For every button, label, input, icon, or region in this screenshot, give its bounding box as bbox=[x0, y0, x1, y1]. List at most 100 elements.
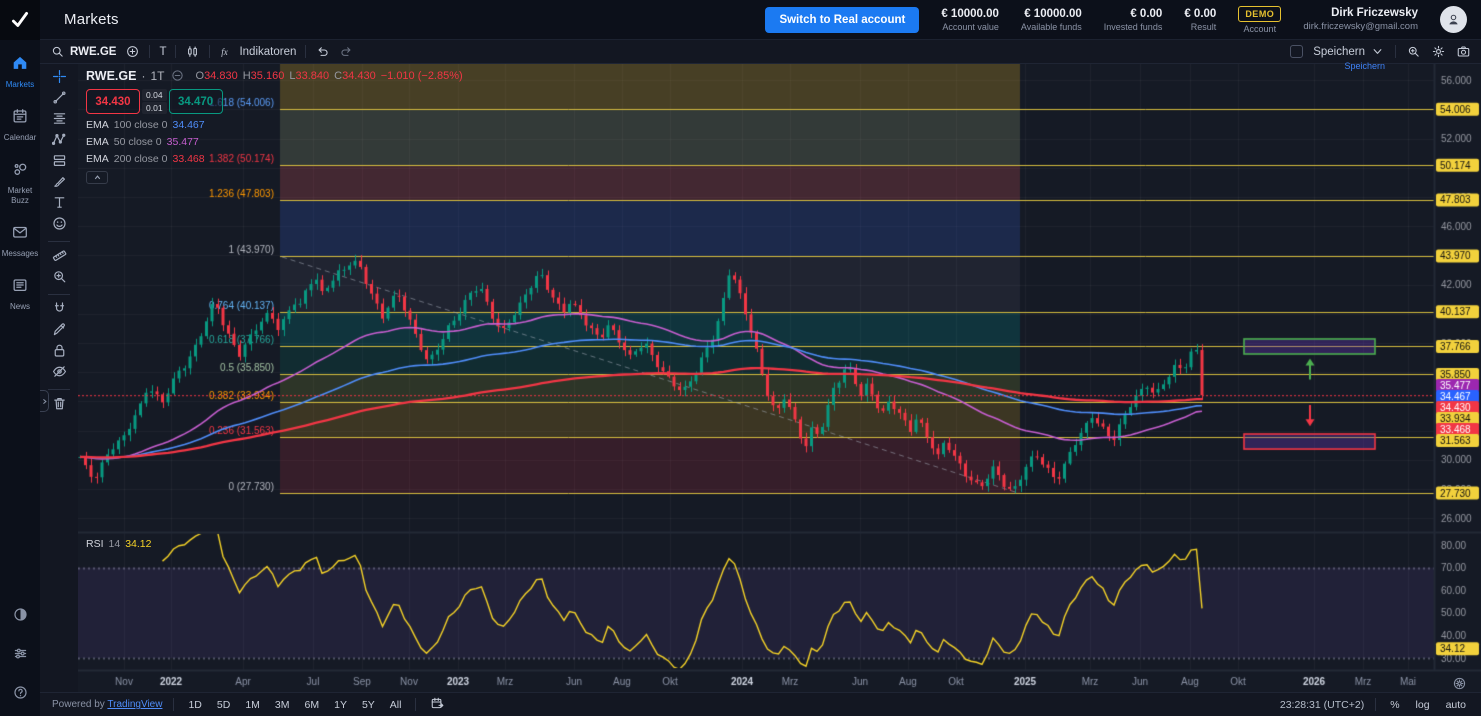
zoom-in-tool[interactable] bbox=[46, 271, 72, 286]
app-logo bbox=[0, 0, 40, 40]
trash-tool[interactable] bbox=[46, 398, 72, 413]
powered-by: Powered by TradingView bbox=[52, 699, 162, 710]
change-label: −1.010 (−2.85%) bbox=[381, 70, 463, 82]
switch-to-real-account-button[interactable]: Switch to Real account bbox=[765, 7, 919, 33]
snapshot-button[interactable] bbox=[1456, 44, 1471, 59]
sidebar-item-calendar[interactable]: Calendar bbox=[0, 103, 40, 146]
layout-checkbox[interactable] bbox=[1290, 45, 1303, 58]
bubbles-icon bbox=[11, 160, 29, 183]
go-to-date-icon bbox=[430, 696, 445, 711]
redo-icon bbox=[339, 44, 354, 59]
ruler-tool[interactable] bbox=[46, 250, 72, 265]
quick-search-button[interactable] bbox=[1406, 44, 1421, 59]
account-stat: € 10000.00Available funds bbox=[1021, 8, 1082, 32]
undo-button[interactable] bbox=[315, 44, 330, 59]
toolbar-divider bbox=[149, 45, 150, 58]
magnet-icon bbox=[51, 300, 68, 322]
fx-icon: fx bbox=[219, 44, 234, 59]
indicators-button[interactable]: fx Indikatoren bbox=[219, 44, 296, 59]
trash-icon bbox=[51, 395, 68, 417]
sidebar-item-news[interactable]: News bbox=[0, 272, 40, 315]
sliders-icon[interactable] bbox=[12, 645, 29, 667]
chart-settings-button[interactable] bbox=[1431, 44, 1446, 59]
fib-retracement-tool[interactable] bbox=[46, 113, 72, 128]
minus-circle-icon[interactable] bbox=[170, 68, 185, 83]
timeframe-6m[interactable]: 6M bbox=[302, 697, 323, 713]
trendline-tool[interactable] bbox=[46, 92, 72, 107]
scale-log-button[interactable]: log bbox=[1413, 697, 1433, 713]
indicator-row[interactable]: EMA100 close 034.467 bbox=[86, 119, 463, 131]
indicator-row[interactable]: EMA200 close 033.468 bbox=[86, 153, 463, 165]
demo-chip: DEMO bbox=[1238, 6, 1281, 22]
account-stat: € 0.00Result bbox=[1184, 8, 1216, 32]
user-name: Dirk Friczewsky bbox=[1303, 7, 1418, 19]
sidebar-item-markets[interactable]: Markets bbox=[0, 50, 40, 93]
lock-tool[interactable] bbox=[46, 345, 72, 360]
timeframe-all[interactable]: All bbox=[387, 697, 405, 713]
edit-mode-icon bbox=[51, 321, 68, 343]
panel-collapse-handle[interactable] bbox=[40, 390, 49, 412]
scale-percent-button[interactable]: % bbox=[1387, 697, 1402, 713]
redo-button[interactable] bbox=[339, 44, 354, 59]
brush-tool[interactable] bbox=[46, 176, 72, 191]
camera-icon bbox=[1456, 44, 1471, 59]
timeframe-1y[interactable]: 1Y bbox=[331, 697, 350, 713]
xabcd-pattern-tool[interactable] bbox=[46, 134, 72, 149]
tradingview-link[interactable]: TradingView bbox=[107, 699, 162, 710]
trendline-icon bbox=[51, 89, 68, 111]
save-layout-button[interactable]: Speichern bbox=[1313, 44, 1385, 59]
help-icon[interactable] bbox=[12, 684, 29, 706]
bid-button[interactable]: 34.430 bbox=[86, 89, 140, 114]
news-icon bbox=[11, 276, 29, 299]
text-tool-tool[interactable] bbox=[46, 197, 72, 212]
app-header: Markets Switch to Real account € 10000.0… bbox=[40, 0, 1481, 40]
zoom-in-icon bbox=[51, 268, 68, 290]
hide-drawings-tool[interactable] bbox=[46, 366, 72, 381]
emoji-tool[interactable] bbox=[46, 218, 72, 233]
edit-mode-tool[interactable] bbox=[46, 324, 72, 339]
timeframe-1m[interactable]: 1M bbox=[242, 697, 263, 713]
user-email: dirk.friczewsky@gmail.com bbox=[1303, 21, 1418, 32]
indicator-row[interactable]: EMA50 close 035.477 bbox=[86, 136, 463, 148]
sidebar-item-market-buzz[interactable]: MarketBuzz bbox=[0, 156, 40, 208]
contrast-icon[interactable] bbox=[12, 606, 29, 628]
ruler-icon bbox=[51, 247, 68, 269]
magnet-tool[interactable] bbox=[46, 303, 72, 318]
clock[interactable]: 23:28:31 (UTC+2) bbox=[1280, 699, 1364, 711]
scale-auto-button[interactable]: auto bbox=[1443, 697, 1469, 713]
save-tooltip: Speichern bbox=[1344, 61, 1385, 71]
compare-symbol-button[interactable] bbox=[125, 44, 140, 59]
timeframe-5d[interactable]: 5D bbox=[214, 697, 233, 713]
forecast-tool[interactable] bbox=[46, 155, 72, 170]
timeframe-3m[interactable]: 3M bbox=[272, 697, 293, 713]
rsi-legend[interactable]: RSI 14 34.12 bbox=[86, 538, 151, 550]
avatar[interactable] bbox=[1440, 6, 1467, 33]
timeframe-1d[interactable]: 1D bbox=[185, 697, 204, 713]
calendar-icon bbox=[11, 107, 29, 130]
timeframe-5y[interactable]: 5Y bbox=[359, 697, 378, 713]
chart-style-button[interactable] bbox=[185, 44, 200, 59]
sidebar-item-messages[interactable]: Messages bbox=[0, 219, 40, 262]
user-info: Dirk Friczewsky dirk.friczewsky@gmail.co… bbox=[1303, 7, 1418, 32]
emoji-icon bbox=[51, 215, 68, 237]
chart-toolbar: RWE.GE T fx Indikatoren Speichern bbox=[40, 40, 1481, 64]
ask-button[interactable]: 34.470 bbox=[169, 89, 223, 114]
interval-button[interactable]: T bbox=[159, 46, 166, 58]
legend-symbol[interactable]: RWE.GE bbox=[86, 69, 136, 83]
forecast-icon bbox=[51, 152, 68, 174]
symbol-search[interactable]: RWE.GE bbox=[50, 44, 116, 59]
drawing-toolbar bbox=[40, 64, 78, 692]
crosshair-tool[interactable] bbox=[46, 71, 72, 86]
toolbar-divider bbox=[48, 294, 70, 295]
go-to-date-button[interactable] bbox=[427, 694, 448, 716]
account-type-badge: DEMO Account bbox=[1238, 6, 1281, 34]
person-icon bbox=[1446, 12, 1461, 27]
collapse-indicators-button[interactable] bbox=[86, 171, 108, 184]
symbol-label: RWE.GE bbox=[70, 46, 116, 58]
chevron-down-icon bbox=[1370, 44, 1385, 59]
account-stat: € 10000.00Account value bbox=[941, 8, 999, 32]
svg-text:fx: fx bbox=[222, 47, 229, 57]
toolbar-divider bbox=[305, 45, 306, 58]
fib-retracement-icon bbox=[51, 110, 68, 132]
toolbar-divider bbox=[48, 389, 70, 390]
